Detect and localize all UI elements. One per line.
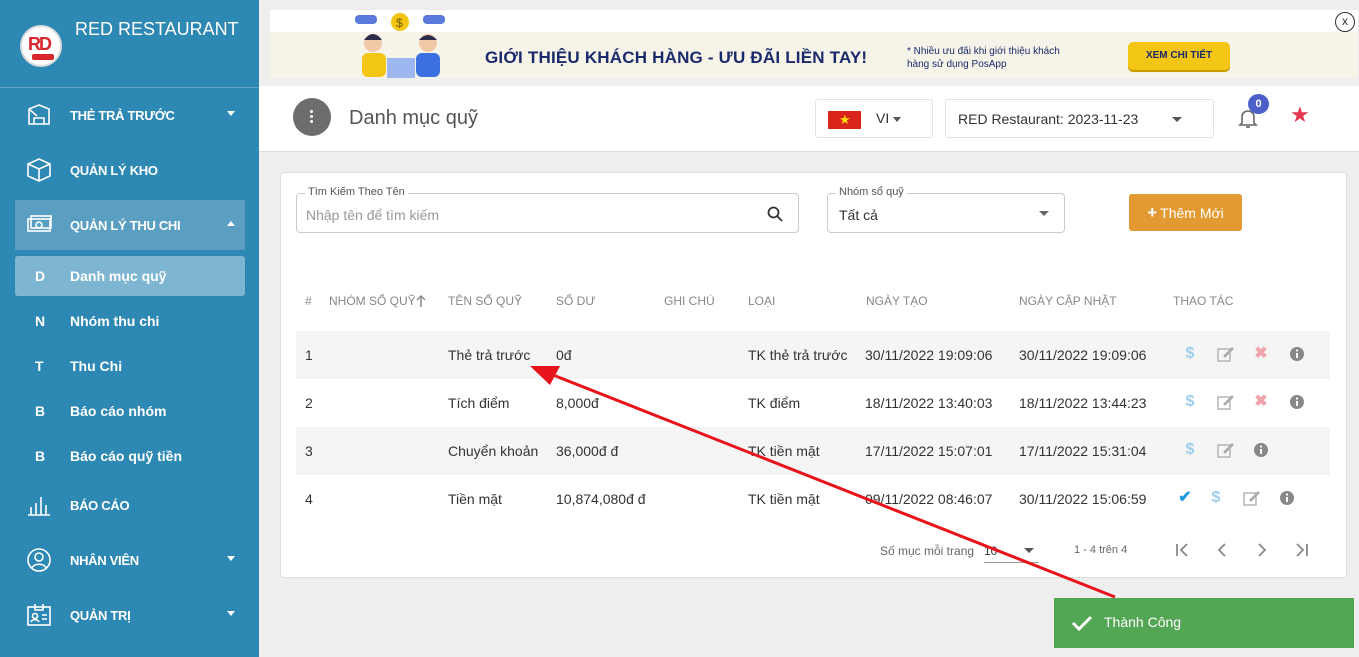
sidebar-item-cashflow[interactable]: QUẢN LÝ THU CHI xyxy=(15,200,245,250)
next-page-icon[interactable] xyxy=(1252,540,1272,560)
chevron-down-icon xyxy=(893,117,901,122)
table-row[interactable]: 2 Tích điểm 8,000đ TK điểm 18/11/2022 13… xyxy=(296,379,1330,427)
sidebar-item-label: NHÂN VIÊN xyxy=(70,552,139,568)
banner-close-button[interactable]: x xyxy=(1335,12,1355,32)
sidebar-item-label: QUẢN LÝ KHO xyxy=(70,162,158,178)
prepaid-card-icon xyxy=(28,104,50,125)
notification-badge: 0 xyxy=(1248,94,1269,114)
delete-icon[interactable]: ✖ xyxy=(1252,393,1270,411)
col-header-group[interactable]: NHÓM SỔ QUỸ xyxy=(329,294,416,308)
sidebar-subitem-group-report[interactable]: B Báo cáo nhóm xyxy=(15,391,245,431)
chevron-up-icon xyxy=(227,221,235,226)
add-new-button[interactable]: + Thêm Mới xyxy=(1129,194,1242,231)
money-icon xyxy=(27,215,52,232)
success-toast[interactable]: Thành Công xyxy=(1054,598,1354,648)
chevron-down-icon xyxy=(1039,211,1049,216)
bar-chart-icon xyxy=(28,497,50,516)
table-row[interactable]: 3 Chuyển khoản 36,000đ đ TK tiền mặt 17/… xyxy=(296,427,1330,475)
per-page-select[interactable]: 10 xyxy=(984,539,1039,563)
edit-icon[interactable] xyxy=(1216,345,1234,363)
page-range: 1 - 4 trên 4 xyxy=(1074,544,1128,556)
chevron-down-icon xyxy=(1024,548,1034,553)
info-icon[interactable] xyxy=(1288,393,1306,411)
col-header-note: GHI CHÚ xyxy=(664,294,715,308)
check-icon xyxy=(1071,615,1093,632)
star-icon[interactable]: ★ xyxy=(1290,102,1310,128)
sidebar-item-label: THẺ TRẢ TRƯỚC xyxy=(70,107,175,123)
col-header-actions: THAO TÁC xyxy=(1173,294,1234,308)
prev-page-icon[interactable] xyxy=(1212,540,1232,560)
plus-icon: + xyxy=(1147,203,1158,222)
banner-note: * Nhiều ưu đãi khi giới thiệu khách hàng… xyxy=(907,46,1060,70)
check-icon[interactable]: ✔ xyxy=(1176,489,1194,507)
more-menu-button[interactable] xyxy=(293,98,331,136)
page-title: Danh mục quỹ xyxy=(349,107,478,129)
sort-arrow-up-icon[interactable] xyxy=(415,294,427,308)
svg-text:$: $ xyxy=(396,16,403,30)
dollar-icon[interactable]: $ xyxy=(1181,393,1199,411)
sidebar-item-reports[interactable]: BÁO CÁO xyxy=(15,480,245,530)
promo-banner[interactable]: $ GIỚI THIỆU KHÁCH HÀNG - ƯU ĐÃI LIỀN TA… xyxy=(270,10,1358,78)
edit-icon[interactable] xyxy=(1242,489,1260,507)
vietnam-flag-icon: ★ xyxy=(828,111,861,129)
col-header-balance: SỐ DƯ xyxy=(556,294,596,308)
search-field[interactable]: Tìm Kiếm Theo Tên xyxy=(296,186,799,233)
delete-icon[interactable]: ✖ xyxy=(1252,345,1270,363)
per-page-label: Số mục mỗi trang xyxy=(880,544,975,558)
info-icon[interactable] xyxy=(1278,489,1296,507)
fund-group-select[interactable]: Nhóm sổ quỹ Tất cả xyxy=(827,186,1065,233)
sidebar-subitem-fund-report[interactable]: B Báo cáo quỹ tiền xyxy=(15,436,245,476)
sidebar-item-inventory[interactable]: QUẢN LÝ KHO xyxy=(15,145,245,195)
view-details-button[interactable]: XEM CHI TIẾT xyxy=(1128,42,1230,70)
sidebar-item-staff[interactable]: NHÂN VIÊN xyxy=(15,535,245,585)
col-header-updated: NGÀY CẬP NHẬT xyxy=(1019,294,1117,308)
sidebar-item-prepaid-card[interactable]: THẺ TRẢ TRƯỚC xyxy=(15,90,245,140)
box-icon xyxy=(27,158,51,182)
brand: RD RED RESTAURANT xyxy=(0,0,259,88)
edit-icon[interactable] xyxy=(1216,393,1234,411)
info-icon[interactable] xyxy=(1288,345,1306,363)
table-row[interactable]: 4 Tiền mặt 10,874,080đ đ TK tiền mặt 09/… xyxy=(296,475,1330,523)
user-icon xyxy=(27,548,51,572)
logo[interactable]: RD xyxy=(20,25,62,67)
sidebar-subitem-cashflow-group[interactable]: N Nhóm thu chi xyxy=(15,301,245,341)
banner-title: GIỚI THIỆU KHÁCH HÀNG - ƯU ĐÃI LIỀN TAY! xyxy=(485,48,868,67)
dollar-icon[interactable]: $ xyxy=(1181,441,1199,459)
chevron-down-icon xyxy=(227,611,235,616)
chevron-down-icon xyxy=(227,556,235,561)
col-header-index: # xyxy=(305,294,312,308)
col-header-type: LOẠI xyxy=(748,294,776,308)
people-illustration-icon: $ xyxy=(355,13,445,78)
language-select[interactable]: ★ VI xyxy=(815,99,933,138)
chevron-down-icon xyxy=(1172,117,1182,122)
sidebar-item-label: QUẢN TRỊ xyxy=(70,607,131,623)
search-icon[interactable] xyxy=(767,206,783,222)
edit-icon[interactable] xyxy=(1216,441,1234,459)
dollar-icon[interactable]: $ xyxy=(1207,489,1225,507)
last-page-icon[interactable] xyxy=(1292,540,1312,560)
brand-name: RED RESTAURANT xyxy=(75,19,239,39)
search-input[interactable] xyxy=(306,207,726,223)
fund-list-card: Tìm Kiếm Theo Tên Nhóm sổ quỹ Tất cả +Th… xyxy=(280,172,1347,578)
admin-card-icon xyxy=(27,604,51,626)
sidebar-item-label: BÁO CÁO xyxy=(70,497,130,513)
first-page-icon[interactable] xyxy=(1172,540,1192,560)
dollar-icon[interactable]: $ xyxy=(1181,345,1199,363)
sidebar-subitem-fund-category[interactable]: D Danh mục quỹ xyxy=(15,256,245,296)
sidebar-item-admin[interactable]: QUẢN TRỊ xyxy=(15,590,245,640)
col-header-created: NGÀY TẠO xyxy=(866,294,928,308)
col-header-name: TÊN SỔ QUỸ xyxy=(448,294,523,308)
sidebar-subitem-cashflow[interactable]: T Thu Chi xyxy=(15,346,245,386)
chevron-down-icon xyxy=(227,111,235,116)
restaurant-select[interactable]: RED Restaurant: 2023-11-23 xyxy=(945,99,1214,138)
table-row[interactable]: 1 Thẻ trả trước 0đ TK thẻ trả trước 30/1… xyxy=(296,331,1330,379)
sidebar: RD RED RESTAURANT THẺ TRẢ TRƯỚC QUẢN LÝ … xyxy=(0,0,259,657)
info-icon[interactable] xyxy=(1252,441,1270,459)
sidebar-item-label: QUẢN LÝ THU CHI xyxy=(70,217,181,233)
page-header: Danh mục quỹ ★ VI RED Restaurant: 2023-1… xyxy=(259,86,1359,152)
